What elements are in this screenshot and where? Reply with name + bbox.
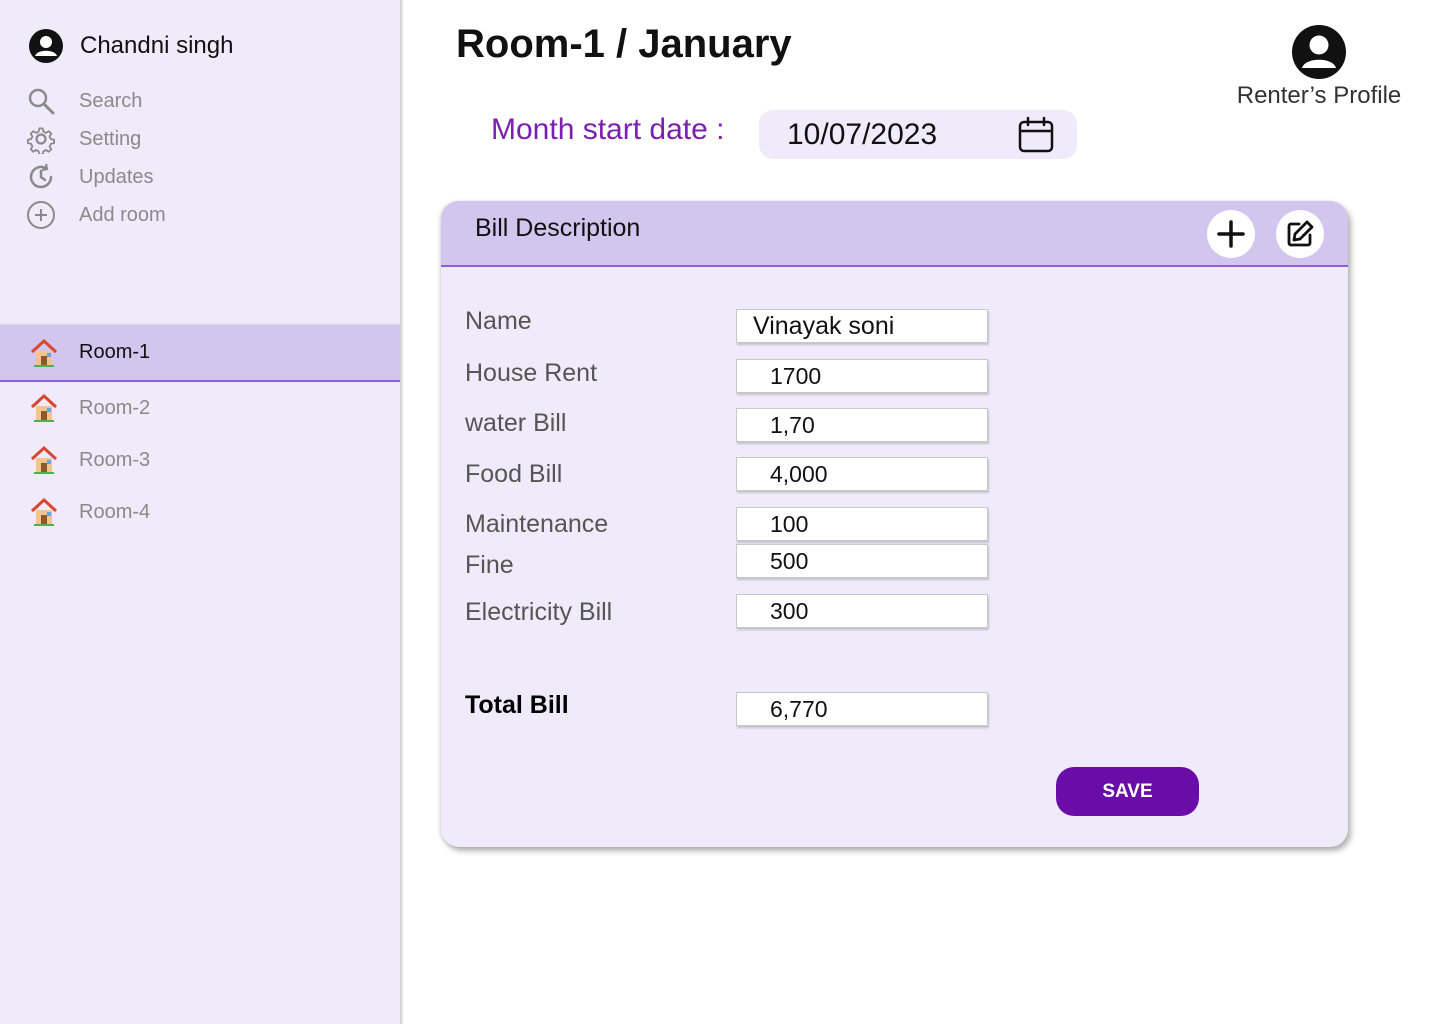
plus-icon bbox=[1217, 220, 1245, 248]
month-start-date-value: 10/07/2023 bbox=[787, 117, 938, 151]
history-icon bbox=[26, 162, 56, 192]
menu-item-add-room[interactable]: Add room bbox=[26, 196, 166, 234]
electricity-bill-label: Electricity Bill bbox=[465, 598, 613, 626]
fine-label: Fine bbox=[465, 551, 514, 579]
house-icon bbox=[30, 338, 58, 367]
total-bill-field[interactable]: 6,770 bbox=[736, 692, 988, 726]
water-bill-label: water Bill bbox=[465, 409, 567, 437]
menu-item-label: Search bbox=[79, 89, 143, 112]
room-item-3[interactable]: Room-3 bbox=[0, 434, 400, 486]
menu-item-label: Updates bbox=[79, 165, 154, 188]
bill-card-title: Bill Description bbox=[475, 214, 641, 242]
sidebar: Chandni singh Search Setting Updates Add… bbox=[0, 0, 400, 1024]
room-label: Room-3 bbox=[79, 448, 151, 471]
room-item-2[interactable]: Room-2 bbox=[0, 382, 400, 434]
room-label: Room-1 bbox=[79, 341, 151, 363]
user-avatar-icon bbox=[1292, 25, 1346, 79]
house-rent-label: House Rent bbox=[465, 359, 598, 387]
plus-circle-icon bbox=[26, 200, 56, 230]
room-list: Room-1 Room-2 Room-3 Room-4 bbox=[0, 325, 400, 538]
menu-item-search[interactable]: Search bbox=[26, 82, 166, 120]
food-bill-label: Food Bill bbox=[465, 460, 563, 488]
house-icon bbox=[30, 497, 58, 526]
house-rent-field[interactable]: 1700 bbox=[736, 359, 988, 393]
edit-bill-button[interactable] bbox=[1276, 210, 1324, 258]
menu-item-label: Add room bbox=[79, 203, 166, 226]
bill-card-header: Bill Description bbox=[441, 201, 1348, 267]
month-start-date-picker[interactable]: 10/07/2023 bbox=[759, 110, 1077, 159]
fine-field[interactable]: 500 bbox=[736, 544, 988, 578]
house-icon bbox=[30, 393, 58, 422]
save-button[interactable]: SAVE bbox=[1056, 767, 1199, 816]
add-bill-button[interactable] bbox=[1207, 210, 1255, 258]
maintenance-field[interactable]: 100 bbox=[736, 507, 988, 541]
page-title: Room-1 / January bbox=[456, 22, 792, 66]
user-name: Chandni singh bbox=[80, 32, 234, 59]
name-field[interactable]: Vinayak soni bbox=[736, 309, 988, 343]
name-label: Name bbox=[465, 307, 532, 335]
room-label: Room-2 bbox=[79, 396, 151, 419]
menu-item-setting[interactable]: Setting bbox=[26, 120, 166, 158]
electricity-bill-field[interactable]: 300 bbox=[736, 594, 988, 628]
month-start-date-label: Month start date : bbox=[491, 113, 725, 146]
maintenance-label: Maintenance bbox=[465, 510, 609, 538]
renters-profile-label: Renter’s Profile bbox=[1236, 82, 1402, 109]
user-header[interactable]: Chandni singh bbox=[28, 28, 233, 64]
search-icon bbox=[26, 86, 56, 116]
room-item-1[interactable]: Room-1 bbox=[0, 325, 400, 382]
user-avatar-icon bbox=[29, 29, 63, 63]
sidebar-divider bbox=[400, 0, 404, 1024]
sidebar-menu: Search Setting Updates Add room bbox=[26, 82, 166, 234]
menu-item-label: Setting bbox=[79, 127, 142, 150]
edit-icon bbox=[1287, 220, 1314, 247]
bill-card: Bill Description Name Vinayak soni House… bbox=[441, 201, 1348, 847]
room-label: Room-4 bbox=[79, 500, 151, 523]
calendar-icon[interactable] bbox=[1017, 116, 1055, 154]
gear-icon bbox=[26, 124, 56, 154]
total-bill-label: Total Bill bbox=[465, 691, 569, 719]
water-bill-field[interactable]: 1,70 bbox=[736, 408, 988, 442]
house-icon bbox=[30, 445, 58, 474]
room-item-4[interactable]: Room-4 bbox=[0, 486, 400, 538]
renters-profile-button[interactable]: Renter’s Profile bbox=[1224, 24, 1414, 110]
menu-item-updates[interactable]: Updates bbox=[26, 158, 166, 196]
food-bill-field[interactable]: 4,000 bbox=[736, 457, 988, 491]
